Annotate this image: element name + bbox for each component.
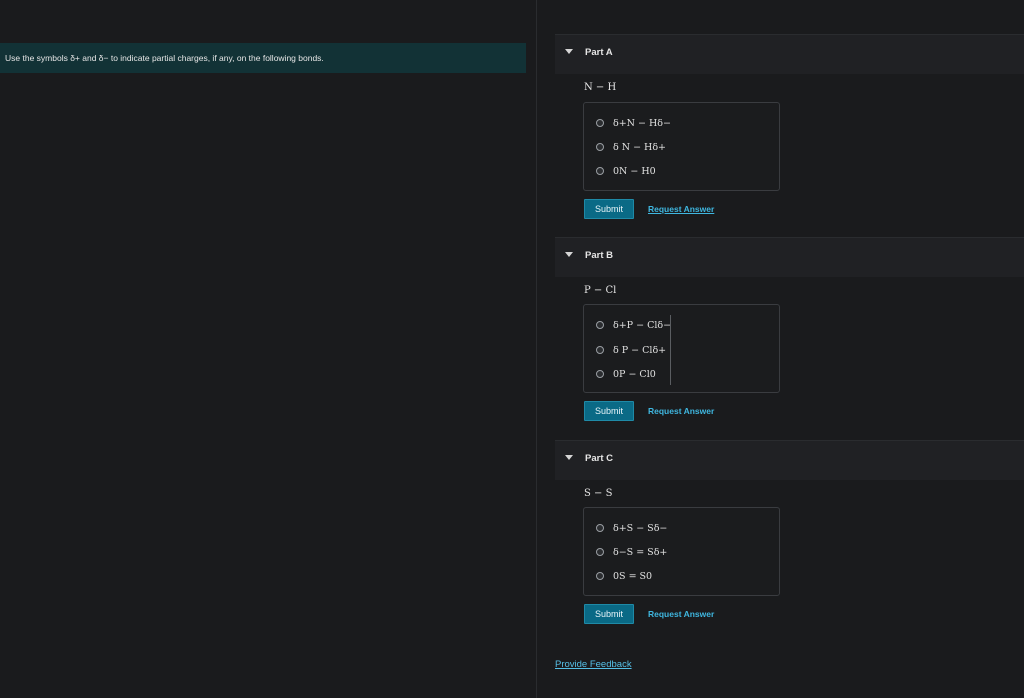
radio-button[interactable] [596,143,604,151]
radio-button[interactable] [596,167,604,175]
part-b-submit-button[interactable]: Submit [584,401,634,421]
part-b-option-1[interactable]: δ+P − Clδ− [596,318,671,332]
radio-button[interactable] [596,346,604,354]
part-c-submit-button[interactable]: Submit [584,604,634,624]
part-a-title: Part A [585,47,613,58]
radio-button[interactable] [596,370,604,378]
part-c-request-answer-link[interactable]: Request Answer [648,609,714,619]
part-b-title: Part B [585,250,613,261]
part-c-option-1[interactable]: δ+S − Sδ− [596,521,667,535]
part-a-option-2[interactable]: δ N − Hδ+ [596,140,666,154]
provide-feedback-link[interactable]: Provide Feedback [555,659,632,670]
radio-button[interactable] [596,119,604,127]
part-a-options: δ+N − Hδ− δ N − Hδ+ 0N − H0 [583,102,780,191]
radio-button[interactable] [596,321,604,329]
part-b-option-3[interactable]: 0P − Cl0 [596,367,656,381]
part-b-options: δ+P − Clδ− δ P − Clδ+ 0P − Cl0 [583,304,780,393]
part-a-formula: N − H [584,82,617,93]
chevron-down-icon [565,252,573,257]
instruction-pane: Use the symbols δ+ and δ− to indicate pa… [0,0,537,698]
part-b-request-answer-link[interactable]: Request Answer [648,406,714,416]
part-a-option-1[interactable]: δ+N − Hδ− [596,116,671,130]
part-b-formula: P − Cl [584,285,617,296]
text-cursor [670,315,671,385]
part-b-header[interactable]: Part B [555,237,1024,277]
radio-button[interactable] [596,548,604,556]
part-c-option-2[interactable]: δ−S = Sδ+ [596,545,667,559]
part-a-submit-button[interactable]: Submit [584,199,634,219]
instruction-banner: Use the symbols δ+ and δ− to indicate pa… [0,43,526,73]
chevron-down-icon [565,49,573,54]
part-c-title: Part C [585,453,613,464]
chevron-down-icon [565,455,573,460]
part-c-header[interactable]: Part C [555,440,1024,480]
part-c-formula: S − S [584,488,613,499]
radio-button[interactable] [596,524,604,532]
part-c-options: δ+S − Sδ− δ−S = Sδ+ 0S = S0 [583,507,780,596]
part-a-option-3[interactable]: 0N − H0 [596,164,656,178]
part-a-request-answer-link[interactable]: Request Answer [648,204,714,214]
part-a-header[interactable]: Part A [555,34,1024,74]
question-pane: Part A N − H δ+N − Hδ− δ N − Hδ+ 0N − H0… [537,0,1024,698]
radio-button[interactable] [596,572,604,580]
part-c-option-3[interactable]: 0S = S0 [596,569,652,583]
part-b-option-2[interactable]: δ P − Clδ+ [596,343,666,357]
